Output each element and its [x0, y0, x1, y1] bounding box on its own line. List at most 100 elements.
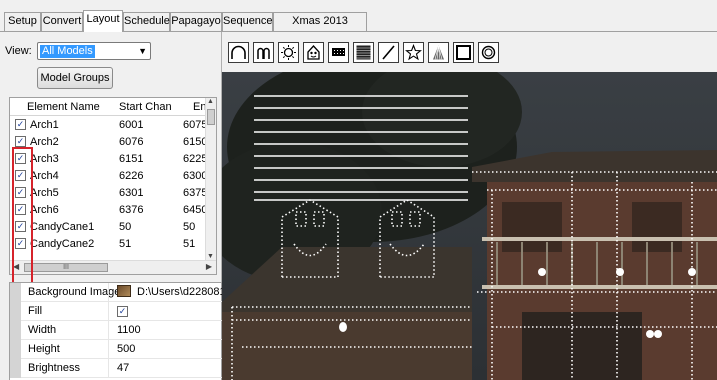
model-end-chan: 6450	[183, 204, 208, 216]
wreath-tool-icon[interactable]	[478, 42, 499, 63]
table-row[interactable]: ✓ Arch5 6301 6375	[10, 185, 208, 202]
window-frame-tool-icon[interactable]	[453, 42, 474, 63]
model-enabled-checkbox[interactable]: ✓	[15, 204, 26, 215]
property-row-height[interactable]: Height 500	[10, 340, 223, 359]
property-name: Width	[28, 324, 57, 336]
table-row[interactable]: ✓ Arch6 6376 6450	[10, 202, 208, 219]
view-label: View:	[5, 45, 32, 57]
model-start-chan: 51	[119, 238, 132, 250]
row-gutter	[10, 283, 21, 302]
property-row-width[interactable]: Width 1100	[10, 321, 223, 340]
circle-tool-icon[interactable]	[278, 42, 299, 63]
tab-convert[interactable]: Convert	[41, 12, 83, 31]
property-value[interactable]: 500	[108, 340, 223, 359]
row-gutter	[10, 321, 21, 340]
chevron-down-icon: ▼	[138, 46, 147, 56]
property-value[interactable]: D:\Users\d228081\	[108, 283, 223, 302]
property-value: ✓	[108, 302, 223, 321]
model-name: CandyCane1	[30, 221, 95, 233]
property-row-brightness[interactable]: Brightness 47	[10, 359, 223, 378]
models-panel: View: All Models ▼ Model Groups Element …	[0, 32, 223, 380]
scroll-down-arrow-icon[interactable]: ▼	[207, 253, 214, 260]
model-start-chan: 50	[119, 221, 132, 233]
model-groups-button[interactable]: Model Groups	[37, 67, 113, 89]
model-enabled-checkbox[interactable]: ✓	[15, 221, 26, 232]
grid-horizontal-scrollbar[interactable]: ◀ III ▶	[10, 260, 216, 274]
model-start-chan: 6226	[119, 170, 144, 182]
layout-preview-canvas[interactable]	[222, 72, 717, 380]
property-value[interactable]: 1100	[108, 321, 223, 340]
model-end-chan: 6225	[183, 153, 208, 165]
tab-schedule[interactable]: Schedule	[123, 12, 170, 31]
column-header-start-chan[interactable]: Start Chan	[119, 101, 172, 113]
model-start-chan: 6001	[119, 119, 144, 131]
model-start-chan: 6076	[119, 136, 144, 148]
candy-cane-tool-icon[interactable]	[253, 42, 274, 63]
property-name: Height	[28, 343, 60, 355]
table-row[interactable]: ✓ CandyCane1 50 50	[10, 219, 206, 236]
model-name: Arch5	[30, 187, 59, 199]
model-name: Arch6	[30, 204, 59, 216]
table-row[interactable]: ✓ Arch4 6226 6300	[10, 168, 208, 185]
scrollbar-thumb[interactable]	[207, 109, 215, 125]
custom-model-tool-icon[interactable]	[303, 42, 324, 63]
model-enabled-checkbox[interactable]: ✓	[15, 238, 26, 249]
scrollbar-thumb[interactable]: III	[24, 263, 108, 272]
model-end-chan: 6150	[183, 136, 208, 148]
tab-papagayo[interactable]: Papagayo	[170, 12, 222, 31]
model-name: Arch4	[30, 170, 59, 182]
column-header-element-name[interactable]: Element Name	[27, 101, 100, 113]
model-start-chan: 6151	[119, 153, 144, 165]
table-row[interactable]: ✓ CandyCane2 51 51	[10, 236, 206, 253]
models-grid: Element Name Start Chan En ✓ Arch1 6001 …	[9, 97, 217, 275]
model-name: Arch3	[30, 153, 59, 165]
model-end-chan: 6300	[183, 170, 208, 182]
property-name: Fill	[28, 305, 43, 317]
grid-vertical-scrollbar[interactable]: ▲ ▼	[205, 98, 216, 260]
view-dropdown-value: All Models	[40, 45, 95, 58]
model-name: Arch2	[30, 136, 59, 148]
table-row[interactable]: ✓ Arch2 6076 6150	[10, 134, 208, 151]
model-enabled-checkbox[interactable]: ✓	[15, 170, 26, 181]
scroll-right-arrow-icon[interactable]: ▶	[206, 262, 212, 271]
scroll-left-arrow-icon[interactable]: ◀	[13, 262, 19, 271]
table-row[interactable]: ✓ Arch1 6001 6075	[10, 117, 208, 134]
view-dropdown[interactable]: All Models ▼	[37, 42, 151, 60]
model-enabled-checkbox[interactable]: ✓	[15, 136, 26, 147]
arch-tool-icon[interactable]	[228, 42, 249, 63]
matrix-tool-icon[interactable]	[328, 42, 349, 63]
tab-setup[interactable]: Setup	[4, 12, 41, 31]
background-image-path: D:\Users\d228081\	[137, 286, 223, 298]
line-tool-icon[interactable]	[378, 42, 399, 63]
model-start-chan: 6376	[119, 204, 144, 216]
model-enabled-checkbox[interactable]: ✓	[15, 187, 26, 198]
model-end-chan: 6375	[183, 187, 208, 199]
property-row-fill[interactable]: Fill ✓	[10, 302, 223, 321]
scroll-up-arrow-icon[interactable]: ▲	[207, 98, 214, 105]
model-tools-toolbar	[222, 32, 717, 72]
model-enabled-checkbox[interactable]: ✓	[15, 153, 26, 164]
row-gutter	[10, 302, 21, 321]
table-row[interactable]: ✓ Arch3 6151 6225	[10, 151, 208, 168]
star-tool-icon[interactable]	[403, 42, 424, 63]
fill-checkbox[interactable]: ✓	[117, 306, 128, 317]
model-enabled-checkbox[interactable]: ✓	[15, 119, 26, 130]
tab-sequencer[interactable]: Sequencer	[222, 12, 276, 31]
property-row-background-image[interactable]: Background Image D:\Users\d228081\	[10, 283, 223, 302]
model-start-chan: 6301	[119, 187, 144, 199]
tab-layout[interactable]: Layout	[83, 10, 123, 32]
model-name: Arch1	[30, 119, 59, 131]
tab-playlist[interactable]: Xmas 2013 Playlist 1	[273, 12, 367, 44]
model-end-chan: 51	[183, 238, 196, 250]
property-value[interactable]: 47	[108, 359, 223, 378]
image-file-icon	[117, 285, 131, 297]
tree-tool-icon[interactable]	[428, 42, 449, 63]
property-name: Background Image	[28, 286, 121, 298]
properties-grid: Background Image D:\Users\d228081\ Fill …	[9, 282, 223, 380]
property-name: Brightness	[28, 362, 80, 374]
house-background-image	[222, 72, 717, 380]
model-end-chan: 50	[183, 221, 196, 233]
tab-bar: Setup Convert Layout Schedule Papagayo S…	[0, 0, 717, 44]
grid-tool-icon[interactable]	[353, 42, 374, 63]
model-end-chan: 6075	[183, 119, 208, 131]
